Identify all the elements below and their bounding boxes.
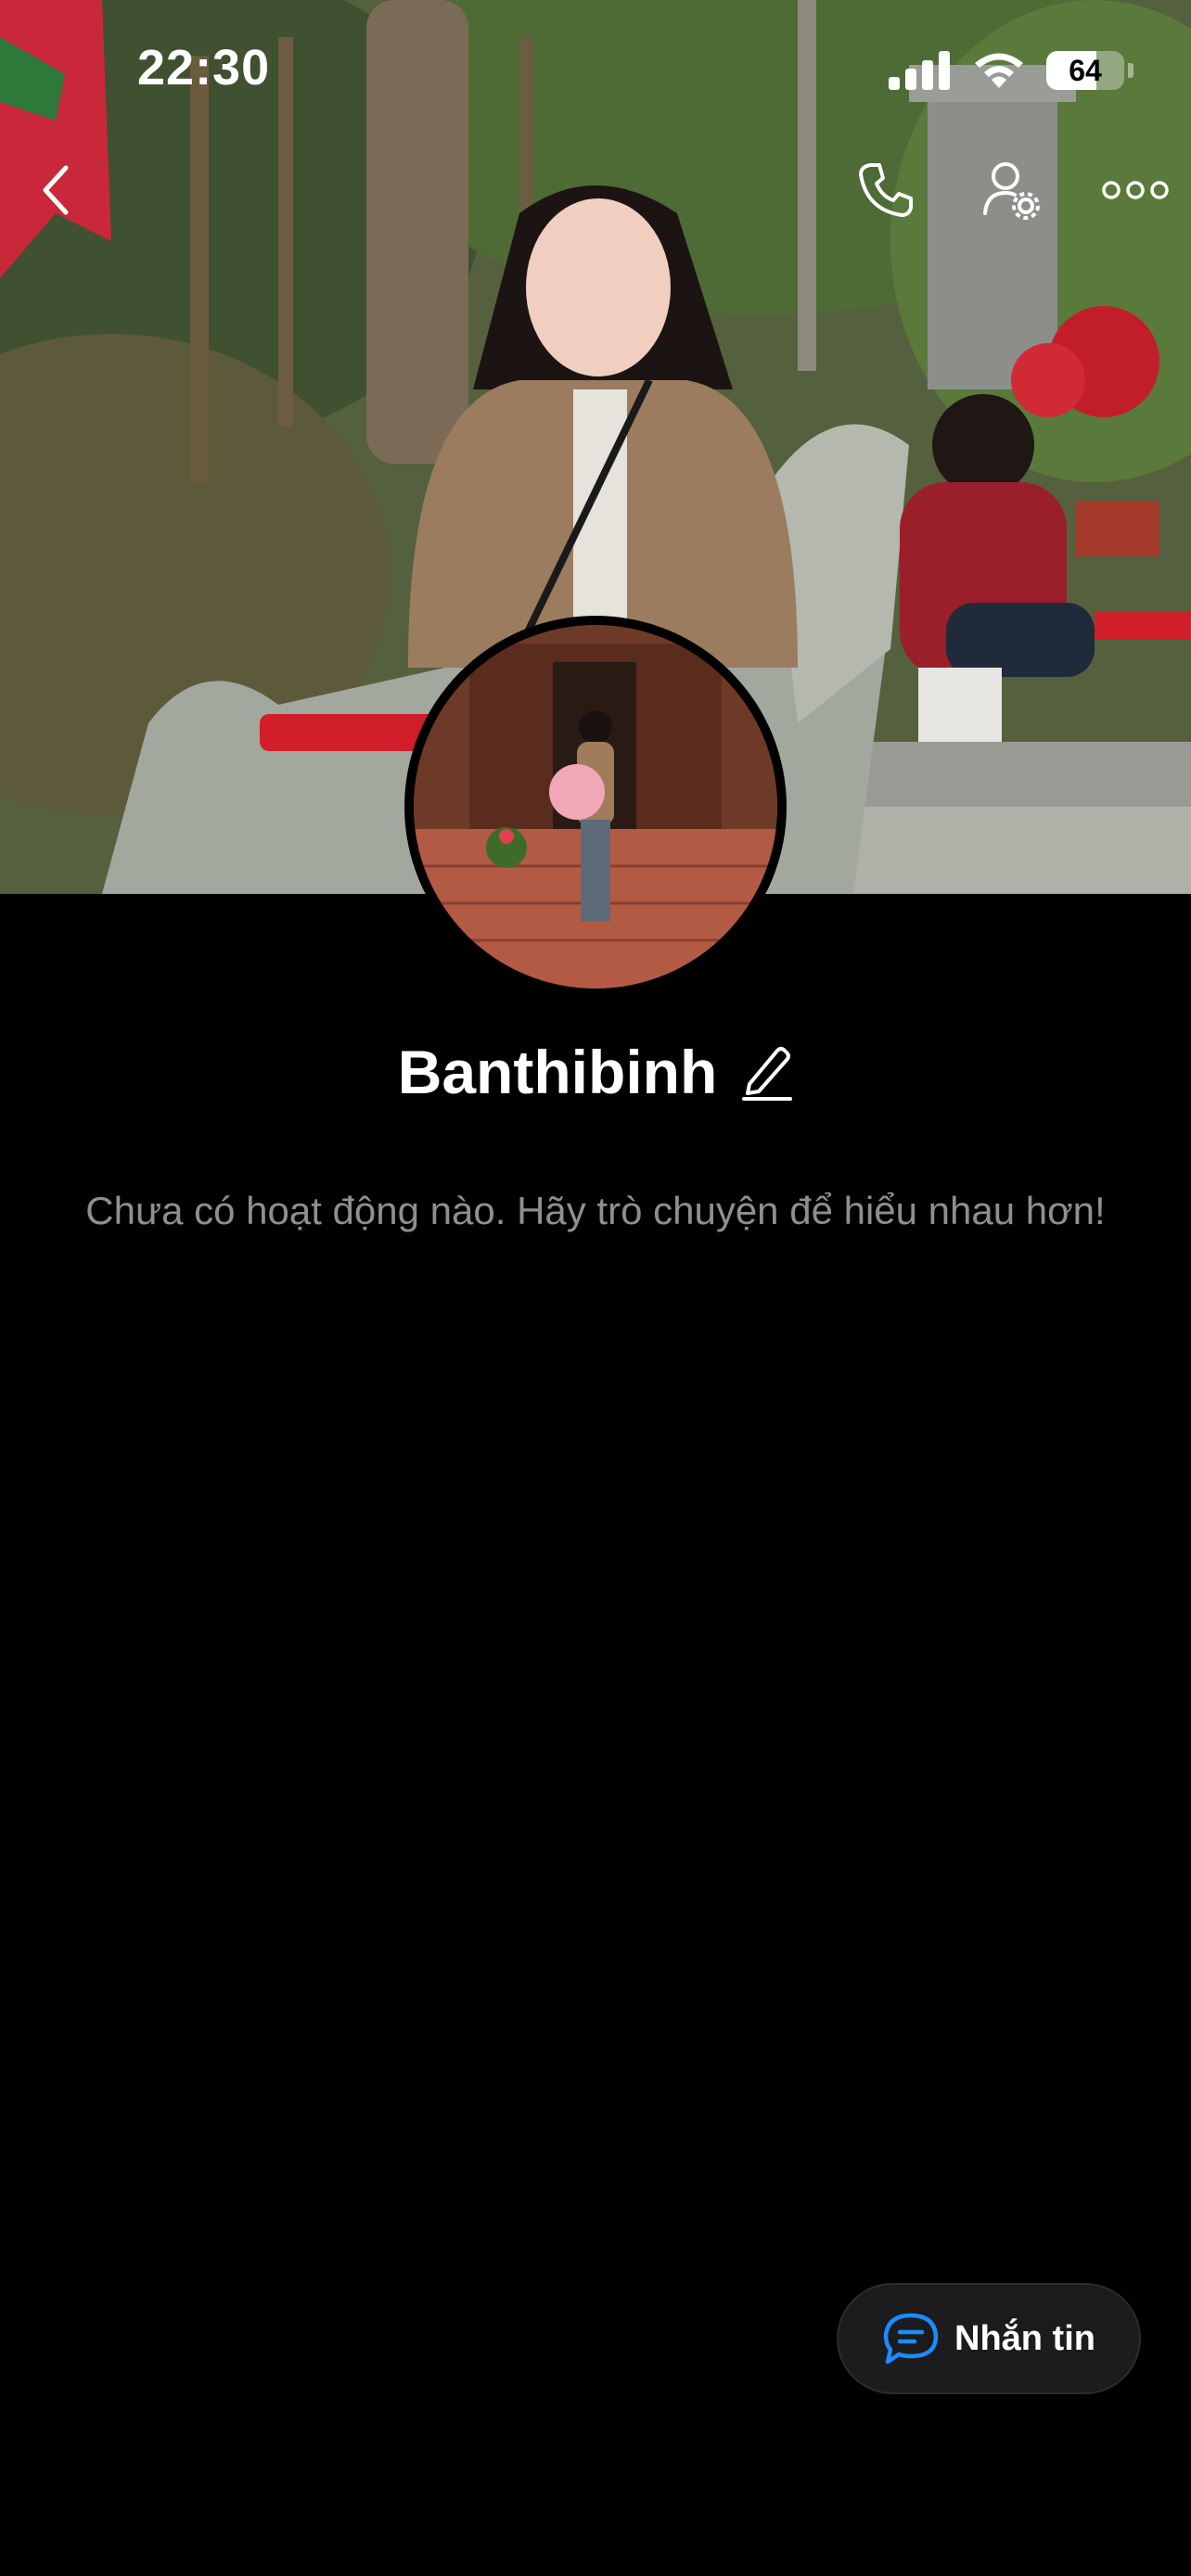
battery-icon: 64 (1046, 51, 1124, 90)
edit-name-button[interactable] (741, 1041, 793, 1103)
empty-activity-message: Chưa có hoạt động nào. Hãy trò chuyện để… (85, 1189, 1106, 1232)
more-button[interactable] (1091, 148, 1180, 232)
battery-level: 64 (1069, 53, 1102, 87)
message-button[interactable]: Nhắn tin (837, 2283, 1141, 2394)
chat-bubble-icon (883, 2313, 939, 2365)
status-icons: 64 (889, 48, 1133, 93)
avatar[interactable] (404, 616, 787, 998)
phone-icon (859, 163, 913, 217)
status-bar: 22:30 64 (0, 0, 1191, 139)
avatar-illustration (414, 625, 777, 988)
user-settings-icon (983, 162, 1040, 220)
message-button-label: Nhắn tin (954, 2318, 1095, 2358)
edit-pencil-icon (742, 1047, 793, 1101)
top-nav (0, 148, 1191, 232)
signal-icon (889, 51, 950, 90)
profile-name: Banthibinh (397, 1038, 718, 1106)
wifi-icon (975, 53, 1023, 88)
status-time: 22:30 (137, 40, 271, 96)
more-dots-icon (1102, 181, 1169, 199)
profile-settings-button[interactable] (970, 148, 1054, 232)
call-button[interactable] (844, 148, 928, 232)
battery-cap (1128, 63, 1133, 78)
back-button[interactable] (15, 148, 98, 232)
profile-name-row: Banthibinh (0, 1037, 1191, 1107)
avatar-photo (414, 625, 777, 988)
profile-screen: 22:30 64 Banthibinh Chưa có hoạt động nà… (0, 0, 1191, 2576)
back-chevron-icon (43, 165, 69, 215)
